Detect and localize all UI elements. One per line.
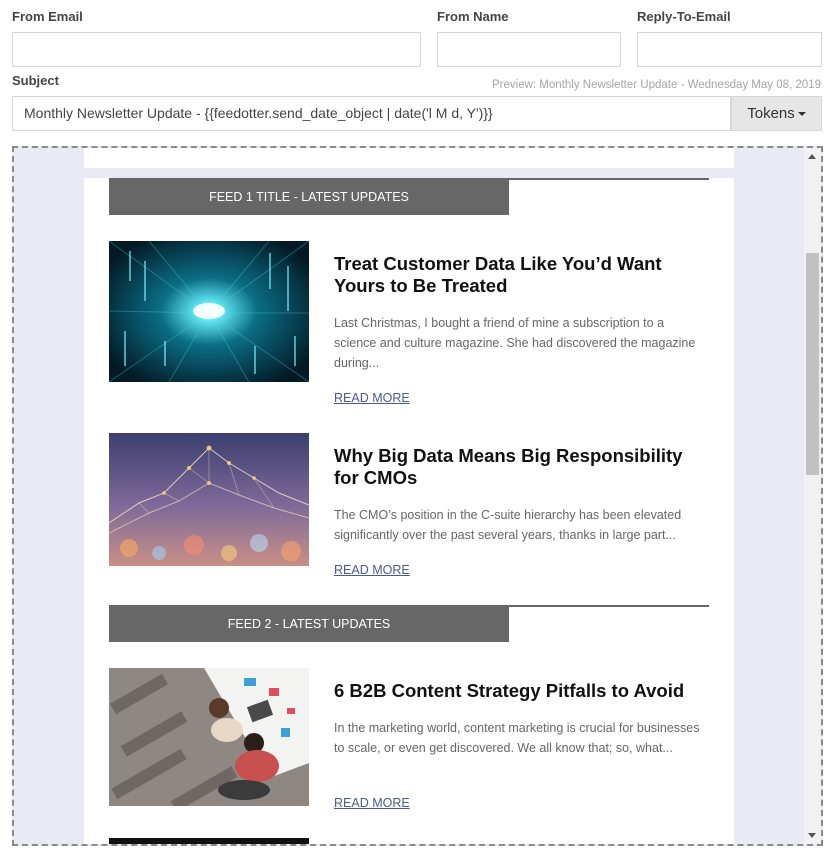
subject-label: Subject [12,73,59,88]
from-email-field[interactable] [12,32,421,67]
article-excerpt: In the marketing world, content marketin… [334,721,700,755]
email-preview-editor[interactable]: FEED 1 TITLE - LATEST UPDATES Treat Cust… [12,146,823,846]
article-item: Treat Customer Data Like You’d Want Your… [109,241,709,411]
reply-to-email-field[interactable] [637,32,822,67]
editor-scrollbar[interactable] [804,148,821,844]
from-name-field[interactable] [437,32,621,67]
people-at-desk-image [109,668,309,806]
scroll-down-arrow-icon[interactable] [808,833,816,838]
tokens-dropdown-button[interactable]: Tokens [731,96,822,131]
feed-header: FEED 2 - LATEST UPDATES [109,605,709,642]
subject-row: Monthly Newsletter Update - {{feedotter.… [12,96,822,131]
article-item: Why Big Data Means Big Responsibility fo… [109,433,709,583]
article-thumbnail[interactable] [109,668,309,806]
read-more-link[interactable]: READ MORE [334,796,410,810]
article-item: 6 B2B Content Strategy Pitfalls to Avoid… [109,668,709,828]
article-title[interactable]: Why Big Data Means Big Responsibility fo… [334,445,709,489]
article-thumbnail[interactable] [109,433,309,566]
digital-data-tunnel-image [109,241,309,382]
article-title[interactable]: Treat Customer Data Like You’d Want Your… [334,253,709,297]
article-thumbnail[interactable] [109,241,309,382]
from-name-label: From Name [437,9,509,24]
read-more-link[interactable]: READ MORE [334,391,410,405]
feed-title: FEED 2 - LATEST UPDATES [109,607,509,642]
data-network-mesh-image [109,433,309,566]
next-article-thumbnail [109,838,309,844]
caret-down-icon [797,112,806,117]
article-title[interactable]: 6 B2B Content Strategy Pitfalls to Avoid [334,680,709,702]
scrollbar-thumb[interactable] [806,253,819,475]
read-more-link[interactable]: READ MORE [334,563,410,577]
email-header-strip [84,148,734,168]
scroll-up-arrow-icon[interactable] [808,154,816,159]
feed-header: FEED 1 TITLE - LATEST UPDATES [109,178,709,215]
feed-title: FEED 1 TITLE - LATEST UPDATES [109,180,509,215]
tokens-button-label: Tokens [747,105,795,122]
article-excerpt: Last Christmas, I bought a friend of min… [334,316,696,370]
reply-to-email-label: Reply-To-Email [637,9,731,24]
subject-preview-text: Preview: Monthly Newsletter Update - Wed… [492,79,821,91]
email-body: FEED 1 TITLE - LATEST UPDATES Treat Cust… [84,178,734,844]
subject-input[interactable]: Monthly Newsletter Update - {{feedotter.… [12,96,731,131]
article-excerpt: The CMO’s position in the C-suite hierar… [334,508,682,542]
from-email-label: From Email [12,9,83,24]
